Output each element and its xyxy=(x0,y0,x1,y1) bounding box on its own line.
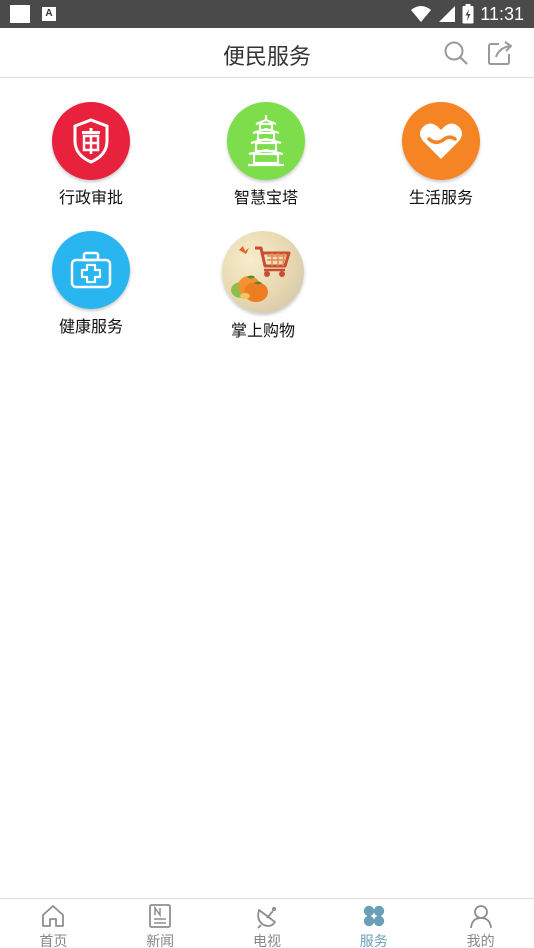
tab-services[interactable]: 服务 xyxy=(320,899,427,948)
search-icon xyxy=(444,41,468,65)
tab-label: 首页 xyxy=(39,934,68,948)
service-smart-baota[interactable]: 智慧宝塔 xyxy=(211,102,321,208)
signal-icon xyxy=(439,6,456,22)
home-icon xyxy=(42,905,65,927)
battery-icon xyxy=(462,4,474,24)
tab-label: 电视 xyxy=(252,934,281,948)
tab-news[interactable]: 新闻 xyxy=(107,899,214,948)
app-screen: A 11:31 便民服务 行政审批 智慧宝塔 生活服务 健康服务 掌上购物 首页… xyxy=(0,0,534,948)
news-icon xyxy=(149,904,172,928)
status-indicators: 11:31 xyxy=(410,2,524,26)
shopping-cart-icon xyxy=(231,246,291,302)
service-admin-approval[interactable]: 行政审批 xyxy=(36,102,146,208)
tab-label: 服务 xyxy=(359,934,388,948)
medical-kit-icon xyxy=(70,251,112,289)
status-time: 11:31 xyxy=(480,3,524,24)
service-label: 智慧宝塔 xyxy=(233,188,298,207)
satellite-dish-icon xyxy=(257,907,276,929)
status-notifications: A xyxy=(10,5,56,23)
app-header: 便民服务 xyxy=(0,28,534,78)
wifi-icon xyxy=(411,6,432,22)
tab-label: 新闻 xyxy=(146,934,175,948)
service-icon-circle xyxy=(52,231,130,309)
service-icon-circle xyxy=(222,231,304,313)
service-label: 行政审批 xyxy=(58,188,123,207)
service-life[interactable]: 生活服务 xyxy=(386,102,496,208)
heart-icon xyxy=(420,123,462,159)
share-button[interactable] xyxy=(486,39,514,67)
notification-square-icon xyxy=(10,5,30,23)
service-label: 健康服务 xyxy=(58,317,123,336)
service-icon-circle xyxy=(52,102,130,180)
tab-label: 我的 xyxy=(466,934,495,948)
pagoda-icon xyxy=(248,115,284,167)
services-grid-icon xyxy=(363,905,384,927)
tab-home[interactable]: 首页 xyxy=(0,899,107,948)
notification-a-icon: A xyxy=(42,7,56,21)
search-button[interactable] xyxy=(442,39,470,67)
tab-profile[interactable]: 我的 xyxy=(427,899,534,948)
service-health[interactable]: 健康服务 xyxy=(36,231,146,337)
status-bar: A 11:31 xyxy=(0,0,534,28)
service-icon-circle xyxy=(227,102,305,180)
service-mobile-shopping[interactable]: 掌上购物 xyxy=(208,231,318,341)
profile-icon xyxy=(469,905,492,929)
tab-tv[interactable]: 电视 xyxy=(214,899,321,948)
share-icon xyxy=(488,41,512,65)
service-label: 生活服务 xyxy=(408,188,473,207)
service-icon-circle xyxy=(402,102,480,180)
service-label: 掌上购物 xyxy=(230,321,295,340)
approval-seal-icon xyxy=(73,118,109,164)
bottom-tab-bar: 首页 新闻 电视 服务 我的 xyxy=(0,898,534,948)
